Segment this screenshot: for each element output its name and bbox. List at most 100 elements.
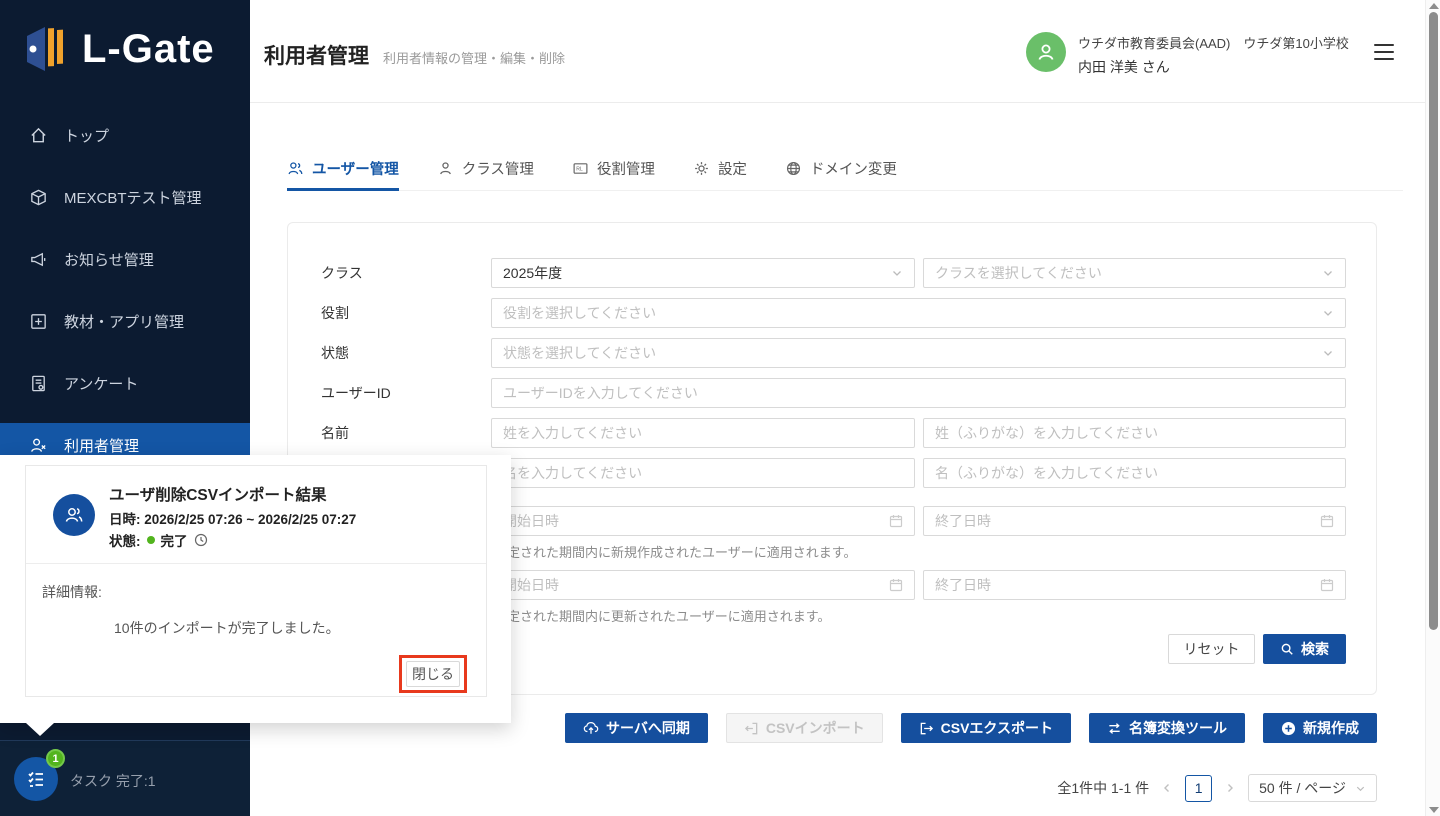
export-icon — [919, 721, 934, 736]
last-kana-input[interactable] — [935, 425, 1334, 441]
first-name-input[interactable] — [503, 465, 903, 481]
sidebar-item-notifications[interactable]: お知らせ管理 — [0, 237, 250, 281]
tab-user-management[interactable]: ユーザー管理 — [287, 154, 399, 191]
scroll-up-arrow[interactable] — [1429, 3, 1439, 9]
first-kana-input[interactable] — [935, 465, 1334, 481]
create-new-button[interactable]: 新規作成 — [1263, 713, 1377, 743]
sidebar-item-top[interactable]: トップ — [0, 113, 250, 157]
app-logo[interactable]: L-Gate — [18, 22, 215, 76]
sidebar-item-survey[interactable]: アンケート — [0, 361, 250, 405]
menu-icon[interactable] — [1374, 44, 1394, 60]
created-start-date-picker[interactable]: 開始日時 — [491, 506, 915, 536]
updated-range-help: 指定された期間内に更新されたユーザーに適用されます。 — [494, 609, 831, 624]
last-kana-field-wrap — [923, 418, 1346, 448]
user-id-label: ユーザーID — [321, 385, 391, 401]
updated-start-date-picker[interactable]: 開始日時 — [491, 570, 915, 600]
survey-document-icon — [28, 373, 48, 393]
first-name-field-wrap — [491, 458, 915, 488]
import-result-message: 10件のインポートが完了しました。 — [114, 620, 340, 636]
person-icon — [437, 160, 454, 177]
tab-label: クラス管理 — [461, 161, 534, 178]
scrollbar-thumb[interactable] — [1429, 12, 1438, 630]
user-info: ウチダ市教育委員会(AAD) ウチダ第10小学校 内田 洋美 さん — [1078, 33, 1368, 77]
tab-label: 設定 — [717, 161, 747, 178]
task-result-datetime: 日時: 2026/2/25 07:26 ~ 2026/2/25 07:27 — [109, 512, 357, 527]
task-drawer-bar[interactable]: 1 タスク 完了:1 — [0, 740, 250, 816]
megaphone-icon — [28, 249, 48, 269]
swap-arrows-icon — [1107, 721, 1122, 736]
page-title: 利用者管理 — [264, 45, 369, 68]
plus-square-icon — [28, 311, 48, 331]
users-icon — [287, 160, 304, 177]
user-avatar[interactable] — [1026, 32, 1066, 72]
tab-domain-change[interactable]: ドメイン変更 — [785, 154, 897, 191]
globe-icon — [785, 160, 802, 177]
csv-import-button: CSVインポート — [725, 713, 883, 743]
detail-info-label: 詳細情報: — [42, 584, 102, 600]
last-name-input[interactable] — [503, 425, 903, 441]
next-page-icon[interactable] — [1224, 782, 1236, 794]
updated-end-date-picker[interactable]: 終了日時 — [923, 570, 1346, 600]
chevron-down-icon — [1355, 783, 1366, 794]
tab-label: 役割管理 — [596, 161, 655, 178]
sync-server-button[interactable]: サーバへ同期 — [564, 713, 708, 743]
tab-role-management[interactable]: RL 役割管理 — [572, 154, 655, 191]
role-label: 役割 — [321, 305, 349, 321]
tab-label: ユーザー管理 — [312, 161, 399, 178]
reset-button[interactable]: リセット — [1168, 634, 1255, 664]
task-result-card: ユーザ削除CSVインポート結果 日時: 2026/2/25 07:26 ~ 20… — [25, 465, 487, 697]
calendar-icon — [889, 514, 903, 528]
tab-label: ドメイン変更 — [809, 161, 897, 178]
modal-divider — [26, 563, 486, 564]
user-id-field-wrap — [491, 378, 1346, 408]
chevron-down-icon — [1322, 307, 1334, 319]
task-result-status: 状態: 完了 — [109, 530, 208, 550]
prev-page-icon[interactable] — [1161, 782, 1173, 794]
sidebar-item-label: 教材・アプリ管理 — [64, 313, 185, 331]
class-label: クラス — [321, 265, 363, 281]
user-id-input[interactable] — [503, 385, 1334, 401]
class-select[interactable]: クラスを選択してください — [923, 258, 1346, 288]
scroll-down-arrow[interactable] — [1429, 807, 1439, 813]
tab-class-management[interactable]: クラス管理 — [437, 154, 534, 191]
search-button[interactable]: 検索 — [1263, 634, 1346, 664]
class-year-select[interactable]: 2025年度 — [491, 258, 915, 288]
person-icon — [1034, 40, 1058, 64]
chevron-down-icon — [891, 267, 903, 279]
sidebar-item-label: MEXCBTテスト管理 — [64, 189, 202, 207]
role-select[interactable]: 役割を選択してください — [491, 298, 1346, 328]
pagination: 全1件中 1-1 件 1 50 件 / ページ — [287, 774, 1377, 802]
sidebar-item-label: トップ — [64, 127, 110, 145]
svg-text:RL: RL — [576, 166, 583, 172]
chevron-down-icon — [1322, 267, 1334, 279]
task-result-title: ユーザ削除CSVインポート結果 — [109, 487, 327, 504]
sidebar-item-label: アンケート — [64, 375, 139, 393]
roster-convert-button[interactable]: 名簿変換ツール — [1089, 713, 1245, 743]
created-end-date-picker[interactable]: 終了日時 — [923, 506, 1346, 536]
user-name-line: 内田 洋美 さん — [1078, 59, 1170, 75]
task-result-popover: ユーザ削除CSVインポート結果 日時: 2026/2/25 07:26 ~ 20… — [0, 455, 511, 736]
clock-history-icon[interactable] — [194, 533, 208, 547]
calendar-icon — [1320, 578, 1334, 592]
close-button[interactable]: 閉じる — [406, 661, 460, 687]
status-select[interactable]: 状態を選択してください — [491, 338, 1346, 368]
sidebar-item-mexcbt[interactable]: MEXCBTテスト管理 — [0, 175, 250, 219]
page-scrollbar[interactable] — [1425, 0, 1440, 816]
mexcbt-test-icon — [28, 187, 48, 207]
popover-arrow — [26, 723, 54, 736]
chevron-down-icon — [1322, 347, 1334, 359]
top-header: 利用者管理 利用者情報の管理・編集・削除 ウチダ市教育委員会(AAD) ウチダ第… — [250, 0, 1425, 103]
status-dot-green — [146, 536, 155, 544]
sidebar-item-materials[interactable]: 教材・アプリ管理 — [0, 299, 250, 343]
home-icon — [28, 125, 48, 145]
page-number-current[interactable]: 1 — [1185, 774, 1213, 802]
tab-settings[interactable]: 設定 — [693, 154, 747, 191]
import-icon — [744, 721, 759, 736]
cloud-sync-icon — [583, 720, 599, 736]
sidebar-item-label: 利用者管理 — [64, 437, 140, 455]
id-card-icon: RL — [572, 160, 589, 177]
csv-export-button[interactable]: CSVエクスポート — [900, 713, 1071, 743]
created-range-help: 指定された期間内に新規作成されたユーザーに適用されます。 — [494, 545, 857, 560]
page-subtitle: 利用者情報の管理・編集・削除 — [383, 51, 566, 66]
page-size-select[interactable]: 50 件 / ページ — [1248, 774, 1377, 802]
